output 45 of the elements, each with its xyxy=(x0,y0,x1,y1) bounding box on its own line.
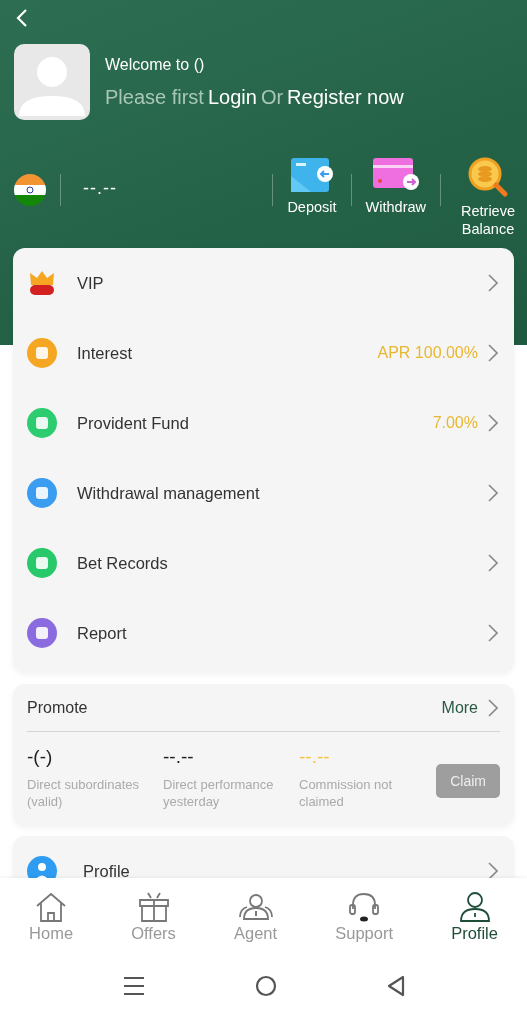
flag-icon xyxy=(14,174,46,206)
menu-item[interactable]: Profile xyxy=(13,836,514,878)
back-icon[interactable] xyxy=(15,8,29,28)
wallet-icon xyxy=(288,156,335,194)
back-triangle-icon[interactable] xyxy=(386,974,405,997)
chevron-icon xyxy=(488,624,498,642)
chevron-icon xyxy=(488,274,498,292)
menu-item[interactable]: Interest APR 100.00% xyxy=(13,318,514,388)
chevron-icon xyxy=(488,414,498,432)
home-circle-icon[interactable] xyxy=(254,974,277,997)
stat-label: Commission not claimed xyxy=(299,776,394,810)
chevron-icon xyxy=(488,554,498,572)
stat-label: Direct subordinates (valid) xyxy=(27,776,140,810)
chevron-icon xyxy=(488,484,498,502)
action-button[interactable]: Deposit xyxy=(287,156,337,216)
menu-item[interactable]: VIP xyxy=(13,248,514,318)
menu-item[interactable]: Bet Records xyxy=(13,528,514,598)
menu-item[interactable]: Provident Fund 7.00% xyxy=(13,388,514,458)
stat-value: --.-- xyxy=(163,746,195,769)
or-text: Or xyxy=(260,85,284,109)
promote-title: Promote xyxy=(27,698,88,717)
menu-item[interactable]: Withdrawal management xyxy=(13,458,514,528)
welcome-text: Welcome to () xyxy=(105,55,206,74)
rate-value: 7.00% xyxy=(432,414,478,432)
crown-icon xyxy=(27,269,57,297)
stat-label: Direct performance yesterday xyxy=(163,776,275,810)
gift-icon xyxy=(136,890,171,923)
menu-item[interactable]: Report xyxy=(13,598,514,668)
more-link[interactable]: More xyxy=(441,698,498,717)
person-icon xyxy=(457,890,492,923)
menu-icon[interactable] xyxy=(122,975,145,996)
action-button[interactable]: Withdraw xyxy=(365,156,426,216)
headset-icon xyxy=(347,890,382,923)
register-link[interactable]: Register now xyxy=(287,85,404,109)
chevron-icon xyxy=(488,862,498,878)
rate-value: APR 100.00% xyxy=(377,344,478,362)
chevron-icon xyxy=(488,344,498,362)
tab[interactable]: Profile xyxy=(451,890,498,943)
chevron-icon xyxy=(488,698,498,717)
login-link[interactable]: Login xyxy=(207,85,257,109)
balance-value: --.-- xyxy=(83,178,117,199)
stat-value: --.-- xyxy=(299,746,331,769)
action-button[interactable]: Retrieve Balance xyxy=(455,156,521,238)
stat-value: -(-) xyxy=(27,746,54,769)
prompt-text: Please first xyxy=(105,85,204,109)
